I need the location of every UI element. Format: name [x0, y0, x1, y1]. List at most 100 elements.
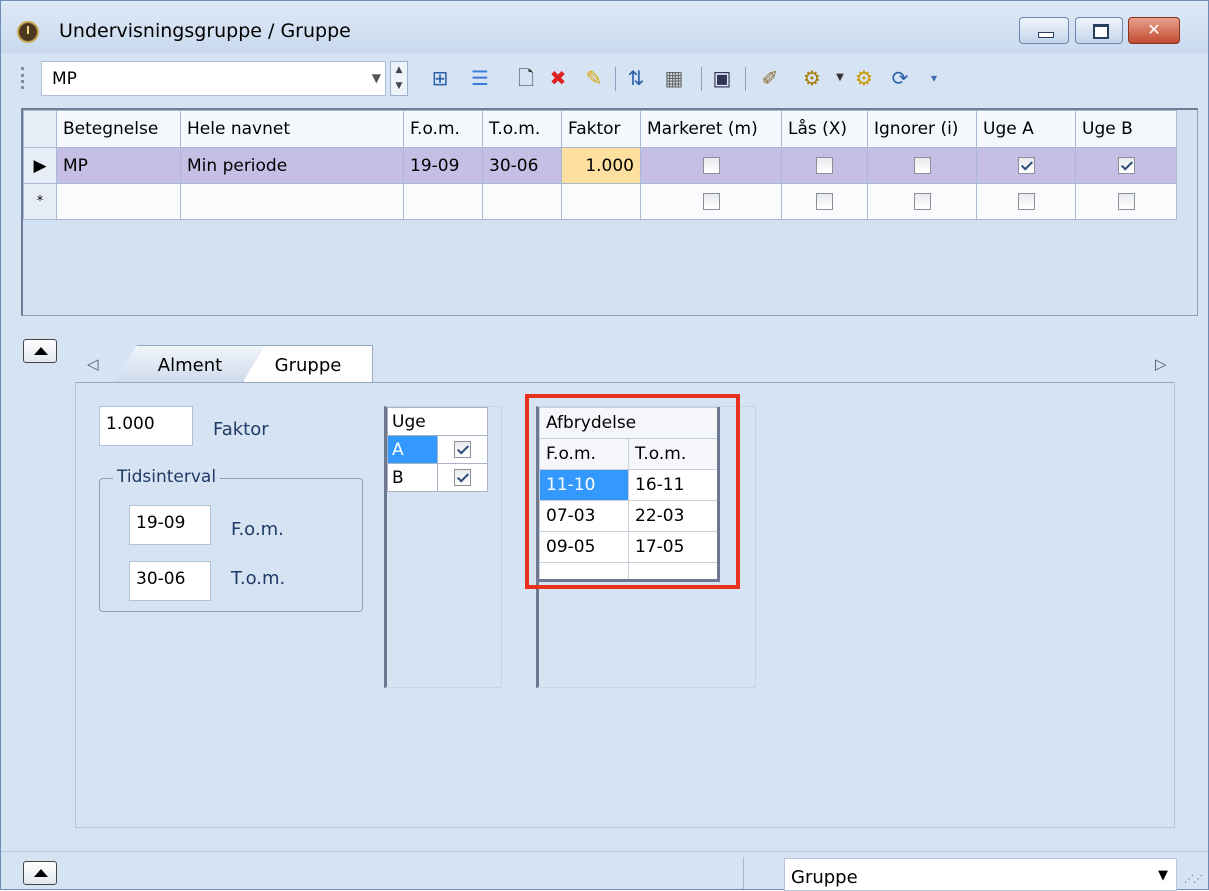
list-item[interactable]: A — [387, 435, 488, 464]
tab-scroll-left-icon[interactable]: ◁ — [87, 355, 99, 373]
status-separator — [743, 857, 744, 889]
column-header-laas[interactable]: Lås (X) — [781, 110, 868, 148]
current-row-indicator-icon[interactable]: ▶ — [23, 147, 57, 184]
cell-laas[interactable] — [781, 147, 868, 184]
uge-a-checkbox[interactable] — [1017, 157, 1035, 174]
chevron-down-icon[interactable]: ▼ — [1158, 868, 1168, 883]
fom-input[interactable]: 19-09 — [129, 505, 211, 545]
uge-grid: Uge A B — [384, 406, 502, 688]
toolbar-overflow-icon[interactable]: ▾ — [921, 65, 947, 91]
column-header-betegnelse[interactable]: Betegnelse — [56, 110, 181, 148]
chevron-down-icon[interactable]: ▼ — [372, 71, 381, 85]
ignorer-checkbox[interactable] — [913, 157, 931, 174]
gear-icon[interactable]: ⚙ — [851, 65, 877, 91]
cell-uge-a[interactable] — [976, 147, 1076, 184]
calendar-icon[interactable]: ▣ — [709, 65, 735, 91]
faktor-label: Faktor — [213, 419, 269, 440]
highlight-annotation-box — [525, 394, 740, 589]
cell-tom[interactable]: 30-06 — [482, 147, 562, 184]
collapse-panel-button[interactable] — [23, 339, 57, 363]
cell-betegnelse[interactable]: MP — [56, 147, 181, 184]
cell-markeret[interactable] — [640, 147, 782, 184]
window-title: Undervisningsgruppe / Gruppe — [59, 20, 351, 42]
uge-label-b[interactable]: B — [387, 463, 438, 492]
uge-a-checkbox[interactable] — [1017, 193, 1035, 210]
tom-label: T.o.m. — [231, 568, 286, 589]
faktor-input[interactable]: 1.000 — [99, 406, 193, 446]
column-header-uge-b[interactable]: Uge B — [1075, 110, 1177, 148]
ignorer-checkbox[interactable] — [913, 193, 931, 210]
column-header-tom[interactable]: T.o.m. — [482, 110, 562, 148]
cell-fom[interactable]: 19-09 — [403, 147, 483, 184]
cell-hele-navnet[interactable] — [180, 183, 404, 220]
grid-fit-icon[interactable]: ⊞ — [427, 65, 453, 91]
cell-uge-a[interactable] — [976, 183, 1076, 220]
cell-betegnelse[interactable] — [56, 183, 181, 220]
columns-icon[interactable]: ▦ — [661, 65, 687, 91]
expand-statusbar-button[interactable] — [23, 861, 57, 885]
list-item[interactable]: B — [387, 463, 488, 492]
cell-uge-b[interactable] — [1075, 147, 1177, 184]
tidsinterval-label: Tidsinterval — [113, 467, 221, 487]
column-header-faktor[interactable]: Faktor — [561, 110, 641, 148]
refresh-icon[interactable]: ⟳ — [887, 65, 913, 91]
record-selector-value: MP — [52, 69, 77, 89]
list-view-icon[interactable]: ☰ — [467, 65, 493, 91]
uge-a-check[interactable] — [454, 441, 471, 458]
column-header-hele-navnet[interactable]: Hele navnet — [180, 110, 404, 148]
cell-hele-navnet[interactable]: Min periode — [180, 147, 404, 184]
column-header-markeret[interactable]: Markeret (m) — [640, 110, 782, 148]
laas-checkbox[interactable] — [816, 157, 833, 174]
cell-tom[interactable] — [482, 183, 562, 220]
tom-input[interactable]: 30-06 — [129, 561, 211, 601]
uge-b-checkbox[interactable] — [1117, 193, 1135, 210]
cell-markeret[interactable] — [640, 183, 782, 220]
tab-scroll-right-icon[interactable]: ▷ — [1155, 355, 1167, 373]
column-header-uge-a[interactable]: Uge A — [976, 110, 1076, 148]
toolbar: MP ▼ ▲ ▼ ⊞ ☰ 🗋 ✖ ✎ ⇅ ▦ ▣ ✐ ⚙ ▼ ⚙ ⟳ ▾ — [15, 55, 1015, 103]
document-settings-icon[interactable]: ⚙ — [799, 65, 825, 91]
title-bar: Undervisningsgruppe / Gruppe ✕ — [1, 1, 1208, 53]
table-row[interactable]: ▶ MP Min periode 19-09 30-06 1.000 — [23, 147, 1177, 184]
record-spinner[interactable]: ▲ ▼ — [390, 61, 408, 96]
tab-alment[interactable]: Alment — [115, 345, 265, 382]
toolbar-separator — [745, 67, 746, 91]
table-row-new[interactable]: * — [23, 183, 1177, 220]
tab-gruppe[interactable]: Gruppe — [243, 345, 373, 382]
chevron-down-icon[interactable]: ▼ — [827, 65, 853, 91]
uge-b-checkbox[interactable] — [1117, 157, 1135, 174]
delete-icon[interactable]: ✖ — [545, 65, 571, 91]
cell-faktor[interactable] — [561, 183, 641, 220]
cell-laas[interactable] — [781, 183, 868, 220]
cell-uge-b[interactable] — [1075, 183, 1177, 220]
window: Undervisningsgruppe / Gruppe ✕ MP ▼ ▲ ▼ ⊞… — [0, 0, 1209, 891]
column-header-ignorer[interactable]: Ignorer (i) — [867, 110, 977, 148]
view-selector-value: Gruppe — [791, 867, 858, 888]
uge-b-check[interactable] — [454, 469, 471, 486]
markeret-checkbox[interactable] — [702, 157, 720, 174]
data-grid: Betegnelse Hele navnet F.o.m. T.o.m. Fak… — [21, 108, 1198, 316]
minimize-button[interactable] — [1019, 17, 1069, 44]
toolbar-grip[interactable] — [21, 67, 24, 89]
view-selector-combo[interactable]: Gruppe ▼ — [784, 858, 1177, 891]
uge-a-cell[interactable] — [437, 435, 488, 464]
uge-label-a[interactable]: A — [387, 435, 438, 464]
resize-grip-icon[interactable]: ⋰⋰ — [1184, 874, 1203, 885]
edit-icon[interactable]: ✎ — [581, 65, 607, 91]
column-header-fom[interactable]: F.o.m. — [403, 110, 483, 148]
sort-icon[interactable]: ⇅ — [623, 65, 649, 91]
new-row-indicator[interactable]: * — [23, 183, 57, 220]
cell-ignorer[interactable] — [867, 147, 977, 184]
cell-ignorer[interactable] — [867, 183, 977, 220]
close-button[interactable]: ✕ — [1128, 17, 1180, 44]
palette-icon[interactable]: ✐ — [757, 65, 783, 91]
cell-fom[interactable] — [403, 183, 483, 220]
laas-checkbox[interactable] — [816, 193, 833, 210]
uge-b-cell[interactable] — [437, 463, 488, 492]
grid-header-row: Betegnelse Hele navnet F.o.m. T.o.m. Fak… — [23, 110, 1177, 148]
new-record-icon[interactable]: 🗋 — [513, 65, 539, 91]
record-selector-combo[interactable]: MP ▼ — [41, 61, 386, 96]
maximize-button[interactable] — [1075, 17, 1123, 44]
markeret-checkbox[interactable] — [702, 193, 720, 210]
cell-faktor[interactable]: 1.000 — [561, 147, 641, 184]
